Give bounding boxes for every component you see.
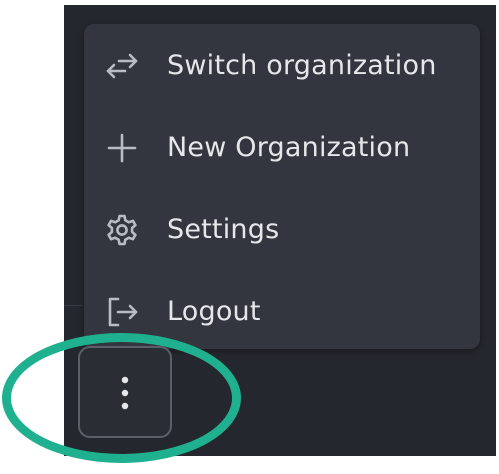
menu-item-label: New Organization — [167, 132, 411, 163]
logout-icon — [104, 294, 140, 330]
menu-item-switch-organization[interactable]: Switch organization — [84, 28, 480, 100]
switch-arrows-icon — [104, 48, 140, 84]
account-menu: Switch organization New Organization Set… — [84, 24, 480, 349]
divider — [64, 305, 82, 306]
menu-item-settings[interactable]: Settings — [84, 192, 480, 264]
menu-item-label: Switch organization — [167, 50, 437, 81]
menu-item-label: Settings — [167, 214, 280, 245]
vertical-ellipsis-icon — [121, 376, 129, 410]
gear-icon — [104, 212, 140, 248]
menu-item-new-organization[interactable]: New Organization — [84, 110, 480, 182]
more-options-button[interactable] — [78, 346, 172, 438]
plus-icon — [104, 130, 140, 166]
menu-item-label: Logout — [167, 296, 261, 327]
menu-item-logout[interactable]: Logout — [84, 274, 480, 346]
screenshot-stage: Switch organization New Organization Set… — [0, 0, 499, 474]
